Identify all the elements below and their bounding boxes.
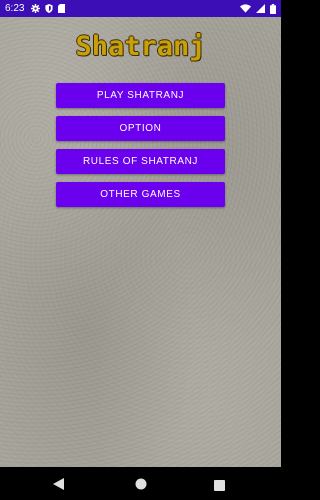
play-shatranj-button[interactable]: PLAY SHATRANJ [56, 83, 225, 108]
rules-of-shatranj-button[interactable]: RULES OF SHATRANJ [56, 149, 225, 174]
status-bar: 6:23 [0, 0, 281, 17]
navigation-bar [0, 467, 281, 500]
shield-icon [45, 4, 54, 13]
back-icon[interactable] [53, 477, 64, 495]
status-right [240, 3, 276, 14]
status-time: 6:23 [5, 3, 25, 14]
sd-card-icon [58, 4, 66, 13]
app-title: Shatranj [75, 31, 206, 62]
stone-background: Shatranj PLAY SHATRANJ OPTION RULES OF S… [0, 17, 281, 467]
recents-icon[interactable] [214, 478, 225, 496]
gear-icon [31, 4, 41, 13]
app-screen: 6:23 Shatranj PLAY SHATRANJ OPTION RULES… [0, 0, 281, 500]
other-games-button[interactable]: OTHER GAMES [56, 182, 225, 207]
wifi-icon [240, 4, 251, 13]
home-icon[interactable] [135, 477, 147, 495]
battery-icon [270, 3, 276, 14]
status-left: 6:23 [5, 3, 66, 14]
signal-icon [256, 4, 265, 13]
option-button[interactable]: OPTION [56, 116, 225, 141]
main-menu: PLAY SHATRANJ OPTION RULES OF SHATRANJ O… [56, 83, 225, 215]
